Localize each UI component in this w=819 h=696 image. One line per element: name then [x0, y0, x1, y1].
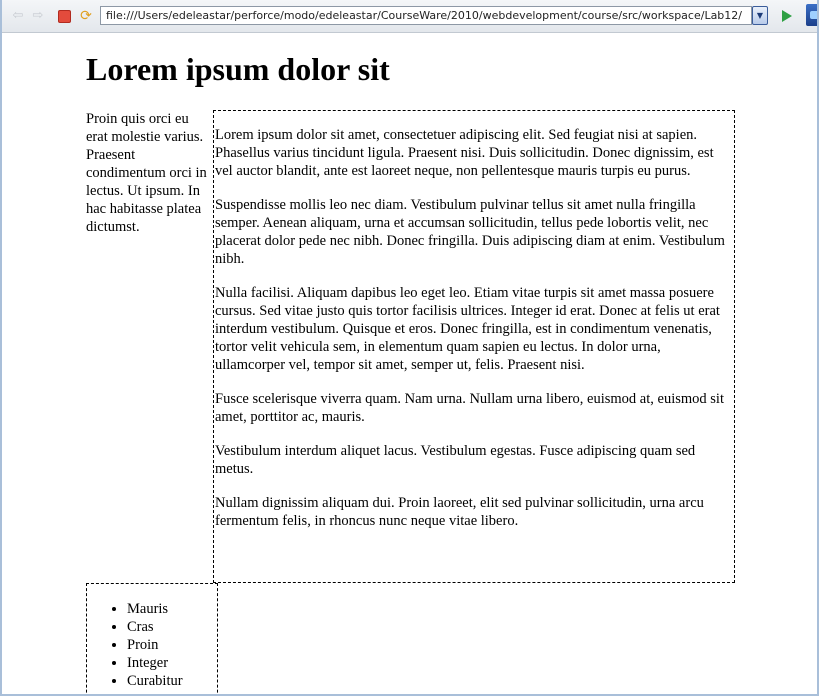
paragraph: Vestibulum interdum aliquet lacus. Vesti…	[215, 443, 696, 477]
main-content-box: Lorem ipsum dolor sit amet, consectetuer…	[213, 110, 735, 583]
chevron-down-icon: ▼	[756, 11, 764, 20]
back-arrow-icon[interactable]: ⇦	[10, 8, 26, 24]
page-title: Lorem ipsum dolor sit	[86, 51, 390, 87]
url-input[interactable]: file:///Users/edeleastar/perforce/modo/e…	[100, 6, 752, 25]
list-item: Mauris	[127, 600, 217, 618]
browser-toolbar: ⇦ ⇨ ⟳ file:///Users/edeleastar/perforce/…	[2, 0, 817, 33]
bullet-list-box: Mauris Cras Proin Integer Curabitur	[86, 583, 218, 694]
paragraph: Nullam dignissim aliquam dui. Proin laor…	[215, 495, 704, 529]
go-button[interactable]	[780, 7, 794, 25]
sidebar-text: Proin quis orci eu erat molestie varius.…	[86, 111, 207, 235]
list-item: Curabitur	[127, 672, 217, 690]
paragraph: Nulla facilisi. Aliquam dapibus leo eget…	[215, 285, 720, 373]
list-item: Cras	[127, 618, 217, 636]
extension-icon[interactable]	[806, 4, 817, 26]
browser-window: ⇦ ⇨ ⟳ file:///Users/edeleastar/perforce/…	[0, 0, 819, 696]
stop-button[interactable]	[56, 8, 72, 24]
list-item: Proin	[127, 636, 217, 654]
refresh-icon[interactable]: ⟳	[78, 8, 94, 24]
list-item: Integer	[127, 654, 217, 672]
paragraph: Fusce scelerisque viverra quam. Nam urna…	[215, 391, 724, 425]
url-history-dropdown[interactable]: ▼	[752, 6, 768, 25]
bullet-list: Mauris Cras Proin Integer Curabitur	[87, 600, 217, 690]
page-content: Lorem ipsum dolor sit Proin quis orci eu…	[2, 33, 817, 694]
forward-arrow-icon[interactable]: ⇨	[30, 8, 46, 24]
paragraph: Suspendisse mollis leo nec diam. Vestibu…	[215, 197, 725, 267]
play-icon	[782, 10, 792, 22]
paragraph: Lorem ipsum dolor sit amet, consectetuer…	[215, 127, 714, 179]
stop-icon	[57, 9, 71, 23]
